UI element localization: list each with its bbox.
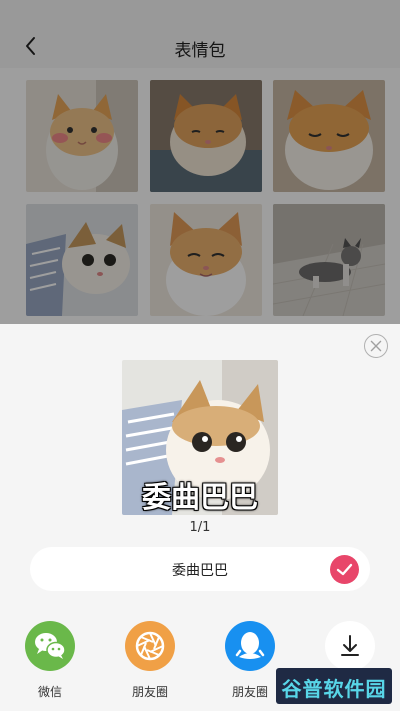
page-counter: 1/1 xyxy=(189,520,211,535)
qq-icon xyxy=(225,621,275,671)
sticker-preview: 委曲巴巴 xyxy=(122,360,278,515)
close-icon[interactable] xyxy=(364,334,388,358)
caption-input-value: 委曲巴巴 xyxy=(172,563,228,579)
share-label: 微信 xyxy=(37,685,62,699)
caption-input[interactable]: 委曲巴巴 xyxy=(30,547,370,591)
share-label: 朋友圈 xyxy=(231,685,268,699)
sticker-caption: 委曲巴巴 xyxy=(141,480,258,514)
wechat-icon xyxy=(25,621,75,671)
share-qq-button[interactable]: 朋友圈 xyxy=(215,621,285,701)
download-icon xyxy=(325,621,375,671)
watermark-text: 谷普软件园 xyxy=(281,677,387,701)
share-wechat-button[interactable]: 微信 xyxy=(15,621,85,701)
share-moments-button[interactable]: 朋友圈 xyxy=(115,621,185,701)
share-label: 朋友圈 xyxy=(131,685,168,699)
check-icon[interactable] xyxy=(330,555,359,584)
moments-icon xyxy=(125,621,175,671)
site-watermark: 谷普软件园 xyxy=(276,668,392,704)
dim-overlay[interactable] xyxy=(0,0,400,324)
